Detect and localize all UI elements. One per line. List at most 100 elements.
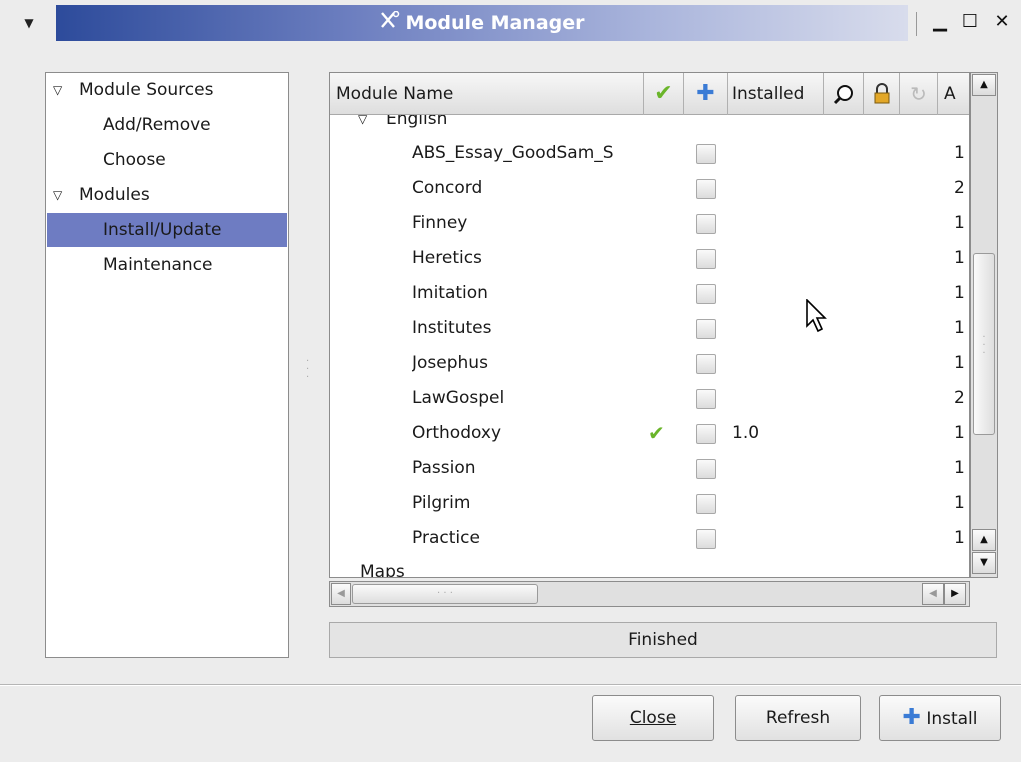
table-row[interactable]: Imitation 1 [330, 276, 969, 310]
install-checkbox[interactable] [696, 354, 716, 374]
column-header-label: Installed [732, 84, 805, 104]
tree-item-maintenance[interactable]: Maintenance [47, 248, 287, 282]
install-checkbox[interactable] [696, 249, 716, 269]
install-checkbox[interactable] [696, 179, 716, 199]
mouse-cursor-icon [806, 298, 828, 338]
trailing-value: 1 [954, 248, 965, 268]
install-checkbox[interactable] [696, 494, 716, 514]
plus-icon[interactable]: ✚ [684, 73, 728, 115]
vertical-scroll-thumb[interactable]: · · · [973, 253, 995, 435]
tree-item-add-remove[interactable]: Add/Remove [47, 108, 287, 142]
column-header-installed[interactable]: Installed [728, 73, 824, 115]
dropdown-arrow-icon[interactable]: ▼ [14, 10, 44, 36]
trailing-value: 1 [954, 318, 965, 338]
group-row-maps[interactable]: Maps [330, 555, 969, 577]
column-header-module-name[interactable]: Module Name [330, 73, 644, 115]
horizontal-scroll-thumb[interactable]: · · · [352, 584, 538, 604]
tree-item-label: Modules [79, 185, 150, 205]
plus-icon: ✚ [902, 705, 921, 730]
scroll-right-icon[interactable]: ▶ [944, 583, 966, 605]
close-button[interactable]: Close [592, 695, 714, 741]
trailing-value: 1 [954, 143, 965, 163]
table-row[interactable]: Heretics 1 [330, 241, 969, 275]
column-header-trailing[interactable]: A [938, 73, 969, 115]
module-name: LawGospel [412, 388, 505, 408]
install-checkbox[interactable] [696, 284, 716, 304]
status-bar: Finished [329, 622, 997, 658]
table-row[interactable]: ABS_Essay_GoodSam_S 1 [330, 136, 969, 170]
table-row[interactable]: Institutes 1 [330, 311, 969, 345]
module-name: Pilgrim [412, 493, 471, 513]
install-checkbox[interactable] [696, 319, 716, 339]
scroll-up-icon[interactable]: ▲ [972, 529, 996, 551]
horizontal-scrollbar[interactable]: ◀ · · · ◀ ▶ [329, 581, 970, 607]
install-checkbox[interactable] [696, 529, 716, 549]
trailing-value: 2 [954, 178, 965, 198]
module-name: Josephus [412, 353, 488, 373]
minimize-icon[interactable]: ▁ [928, 10, 952, 34]
module-name: Imitation [412, 283, 488, 303]
install-button[interactable]: ✚ Install [879, 695, 1001, 741]
group-row-english[interactable]: ▽ English [330, 115, 969, 136]
scroll-up-icon[interactable]: ▲ [972, 74, 996, 96]
refresh-button-label: Refresh [765, 708, 831, 728]
table-row[interactable]: Josephus 1 [330, 346, 969, 380]
install-checkbox[interactable] [696, 459, 716, 479]
close-button-label: Close [629, 708, 677, 728]
splitter-handle[interactable]: · · · [306, 357, 310, 383]
module-name: Orthodoxy [412, 423, 502, 443]
module-name: Passion [412, 458, 476, 478]
maximize-icon[interactable]: ☐ [958, 10, 982, 34]
expand-arrow-icon[interactable]: ▽ [53, 178, 62, 212]
trailing-value: 2 [954, 388, 965, 408]
checkmark-icon[interactable]: ✔ [644, 73, 684, 115]
install-checkbox[interactable] [696, 424, 716, 444]
module-name: Practice [412, 528, 480, 548]
table-row[interactable]: LawGospel 2 [330, 381, 969, 415]
close-icon[interactable]: ✕ [990, 10, 1014, 34]
module-name: Finney [412, 213, 468, 233]
divider [0, 684, 1021, 686]
module-name: ABS_Essay_GoodSam_S [412, 143, 614, 163]
tree-item-label: Maintenance [103, 255, 213, 275]
module-name: Concord [412, 178, 483, 198]
module-list: Module Name ✔ ✚ Installed ↻ A ▽ English … [329, 72, 970, 578]
refresh-button[interactable]: Refresh [735, 695, 861, 741]
window-title: Module Manager [56, 5, 908, 41]
install-checkbox[interactable] [696, 214, 716, 234]
module-name: Institutes [412, 318, 492, 338]
tree-item-choose[interactable]: Choose [47, 143, 287, 177]
scroll-left-icon[interactable]: ◀ [331, 583, 351, 605]
window-title-text: Module Manager [405, 12, 585, 34]
list-header: Module Name ✔ ✚ Installed ↻ A [330, 73, 969, 115]
installed-version: 1.0 [732, 423, 760, 443]
installed-check-icon: ✔ [648, 421, 665, 445]
table-row[interactable]: Finney 1 [330, 206, 969, 240]
table-row[interactable]: Orthodoxy ✔ 1.0 1 [330, 416, 969, 450]
tools-icon [379, 5, 401, 41]
refresh-icon[interactable]: ↻ [900, 73, 938, 115]
table-row[interactable]: Practice 1 [330, 521, 969, 555]
column-header-label: A [944, 84, 956, 104]
expand-arrow-icon[interactable]: ▽ [358, 115, 367, 136]
expand-arrow-icon[interactable]: ▽ [53, 73, 62, 107]
scroll-down-icon[interactable]: ▼ [972, 552, 996, 574]
install-checkbox[interactable] [696, 144, 716, 164]
column-header-label: Module Name [336, 84, 454, 104]
table-row[interactable]: Passion 1 [330, 451, 969, 485]
magnifier-icon[interactable] [824, 73, 864, 115]
lock-icon[interactable] [864, 73, 900, 115]
trailing-value: 1 [954, 213, 965, 233]
table-row[interactable]: Concord 2 [330, 171, 969, 205]
tree-item-label: Add/Remove [103, 115, 211, 135]
install-checkbox[interactable] [696, 389, 716, 409]
trailing-value: 1 [954, 528, 965, 548]
vertical-scrollbar[interactable]: ▲ · · · ▲ ▼ [970, 72, 998, 578]
tree-item-label: Install/Update [103, 220, 222, 240]
table-row[interactable]: Pilgrim 1 [330, 486, 969, 520]
scroll-left-icon[interactable]: ◀ [922, 583, 944, 605]
tree-item-install-update[interactable]: Install/Update [47, 213, 287, 247]
trailing-value: 1 [954, 353, 965, 373]
tree-item-module-sources[interactable]: ▽ Module Sources [47, 73, 287, 107]
tree-item-modules[interactable]: ▽ Modules [47, 178, 287, 212]
